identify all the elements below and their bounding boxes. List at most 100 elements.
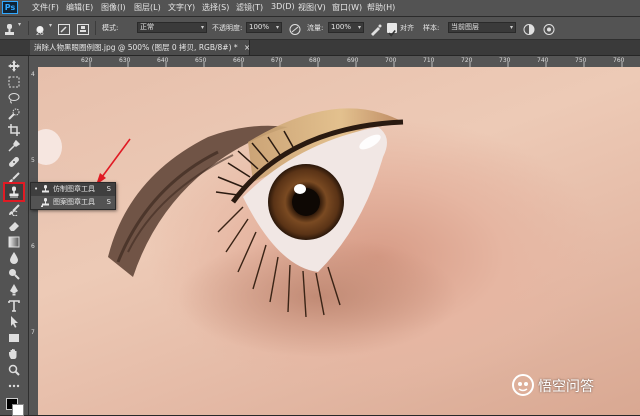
document-tab[interactable]: 消除人物黑眼圈例图.jpg @ 500% (图层 0 拷贝, RGB/8#) *… xyxy=(30,40,250,55)
ruler-label: 4 xyxy=(31,71,35,78)
lasso-tool[interactable] xyxy=(5,90,23,106)
type-tool[interactable] xyxy=(5,298,23,314)
clone-stamp-icon xyxy=(9,186,19,198)
menu-help[interactable]: 帮助(H) xyxy=(367,2,395,13)
brush-icon xyxy=(9,172,20,183)
mode-value: 正常 xyxy=(140,23,154,31)
ruler-label: 700 xyxy=(385,57,397,64)
eye-photo xyxy=(38,108,458,357)
ruler-label: 680 xyxy=(309,57,321,64)
stamp-tool-flyout: • 仿制图章工具 S 图案图章工具 S xyxy=(30,182,116,210)
zoom-tool[interactable] xyxy=(5,362,23,378)
eyedropper-tool[interactable] xyxy=(5,138,23,154)
clone-stamp-tool[interactable] xyxy=(3,182,25,202)
ruler-label: 730 xyxy=(499,57,511,64)
menu-3d[interactable]: 3D(D) xyxy=(271,2,295,11)
arrow-cursor-icon xyxy=(11,316,18,328)
magnifier-icon xyxy=(8,364,20,376)
pattern-stamp-icon xyxy=(41,198,50,207)
brush-picker-caret-icon[interactable]: ▾ xyxy=(49,22,52,29)
menu-edit[interactable]: 编辑(E) xyxy=(66,2,93,13)
menu-layer[interactable]: 图层(L) xyxy=(134,2,161,13)
shortcut-key: S xyxy=(106,185,111,193)
menu-type[interactable]: 文字(Y) xyxy=(168,2,195,13)
airbrush-icon[interactable] xyxy=(369,21,383,36)
eyedropper-icon xyxy=(8,140,20,152)
ruler-label: 710 xyxy=(423,57,435,64)
flyout-item-clone-stamp[interactable]: • 仿制图章工具 S xyxy=(31,183,115,196)
annotation-arrow xyxy=(101,138,131,178)
flyout-item-pattern-stamp[interactable]: 图案图章工具 S xyxy=(31,196,115,209)
eraser-tool[interactable] xyxy=(5,218,23,234)
quick-select-tool[interactable] xyxy=(5,106,23,122)
brush-panel-icon[interactable] xyxy=(57,21,71,35)
menu-select[interactable]: 选择(S) xyxy=(202,2,229,13)
wukong-logo-icon xyxy=(512,374,534,396)
marquee-tool[interactable] xyxy=(5,74,23,90)
mode-dropdown[interactable]: 正常 ▾ xyxy=(137,22,207,33)
history-brush-tool[interactable] xyxy=(5,202,23,218)
menu-view[interactable]: 视图(V) xyxy=(298,2,326,13)
ruler-label: 620 xyxy=(81,57,93,64)
opacity-input[interactable]: 100% ▾ xyxy=(246,22,282,33)
align-label: 对齐 xyxy=(400,24,414,32)
pressure-size-icon[interactable] xyxy=(542,21,556,35)
sample-label: 样本: xyxy=(423,24,440,32)
eraser-icon xyxy=(9,222,19,231)
flow-label: 流量: xyxy=(307,24,324,32)
document-canvas[interactable] xyxy=(38,67,640,415)
move-icon xyxy=(8,60,20,72)
background-color-swatch[interactable] xyxy=(12,404,24,416)
pressure-opacity-icon[interactable] xyxy=(288,21,302,35)
history-brush-icon xyxy=(9,204,20,216)
mode-caret-icon: ▾ xyxy=(200,24,204,31)
ellipsis-icon xyxy=(8,384,20,388)
menu-image[interactable]: 图像(I) xyxy=(101,2,126,13)
flow-caret-icon: ▾ xyxy=(357,24,361,31)
bandage-icon xyxy=(9,157,19,167)
lasso-icon xyxy=(8,93,20,104)
opacity-value: 100% xyxy=(249,23,270,31)
ruler-label: 5 xyxy=(31,157,35,164)
preset-caret-icon[interactable]: ▾ xyxy=(18,21,21,28)
flow-input[interactable]: 100% ▾ xyxy=(328,22,364,33)
clone-stamp-icon xyxy=(41,185,50,194)
sample-dropdown[interactable]: 当前图层 ▾ xyxy=(448,22,516,33)
clone-stamp-preset-icon[interactable] xyxy=(3,21,17,35)
dodge-tool[interactable] xyxy=(5,266,23,282)
blur-tool[interactable] xyxy=(5,250,23,266)
shortcut-key: S xyxy=(106,198,111,206)
ruler-label: 650 xyxy=(195,57,207,64)
opacity-label: 不透明度: xyxy=(212,24,243,32)
close-tab-icon[interactable]: × xyxy=(244,43,249,52)
hand-tool[interactable] xyxy=(5,346,23,362)
opacity-caret-icon: ▾ xyxy=(275,24,279,31)
gradient-tool[interactable] xyxy=(5,234,23,250)
ignore-adjustment-layers-icon[interactable] xyxy=(522,21,536,35)
ruler-label: 740 xyxy=(537,57,549,64)
rectangle-tool[interactable] xyxy=(5,330,23,346)
quick-select-icon xyxy=(8,108,20,120)
ruler-label: 7 xyxy=(31,329,35,336)
gradient-icon xyxy=(8,236,20,248)
ruler-label: 670 xyxy=(271,57,283,64)
align-checkbox[interactable] xyxy=(387,23,397,37)
ruler-label: 750 xyxy=(575,57,587,64)
selected-bullet: • xyxy=(34,185,39,193)
menu-file[interactable]: 文件(F) xyxy=(32,2,59,13)
menu-filter[interactable]: 滤镜(T) xyxy=(236,2,263,13)
healing-brush-tool[interactable] xyxy=(5,154,23,170)
marquee-icon xyxy=(8,76,20,88)
pen-tool[interactable] xyxy=(5,282,23,298)
more-tools[interactable] xyxy=(5,378,23,394)
move-tool[interactable] xyxy=(5,58,23,74)
menu-window[interactable]: 窗口(W) xyxy=(332,2,362,13)
options-bar: ▾ 26 ▾ 模式: 正常 ▾ 不透明度: 100% ▾ 流量: 100% ▾ … xyxy=(0,17,640,40)
brush-tip-icon[interactable] xyxy=(34,19,46,33)
clone-source-panel-icon[interactable] xyxy=(76,21,90,35)
ruler-label: 720 xyxy=(461,57,473,64)
path-selection-tool[interactable] xyxy=(5,314,23,330)
ruler-label: 690 xyxy=(347,57,359,64)
flow-value: 100% xyxy=(331,23,352,31)
crop-tool[interactable] xyxy=(5,122,23,138)
